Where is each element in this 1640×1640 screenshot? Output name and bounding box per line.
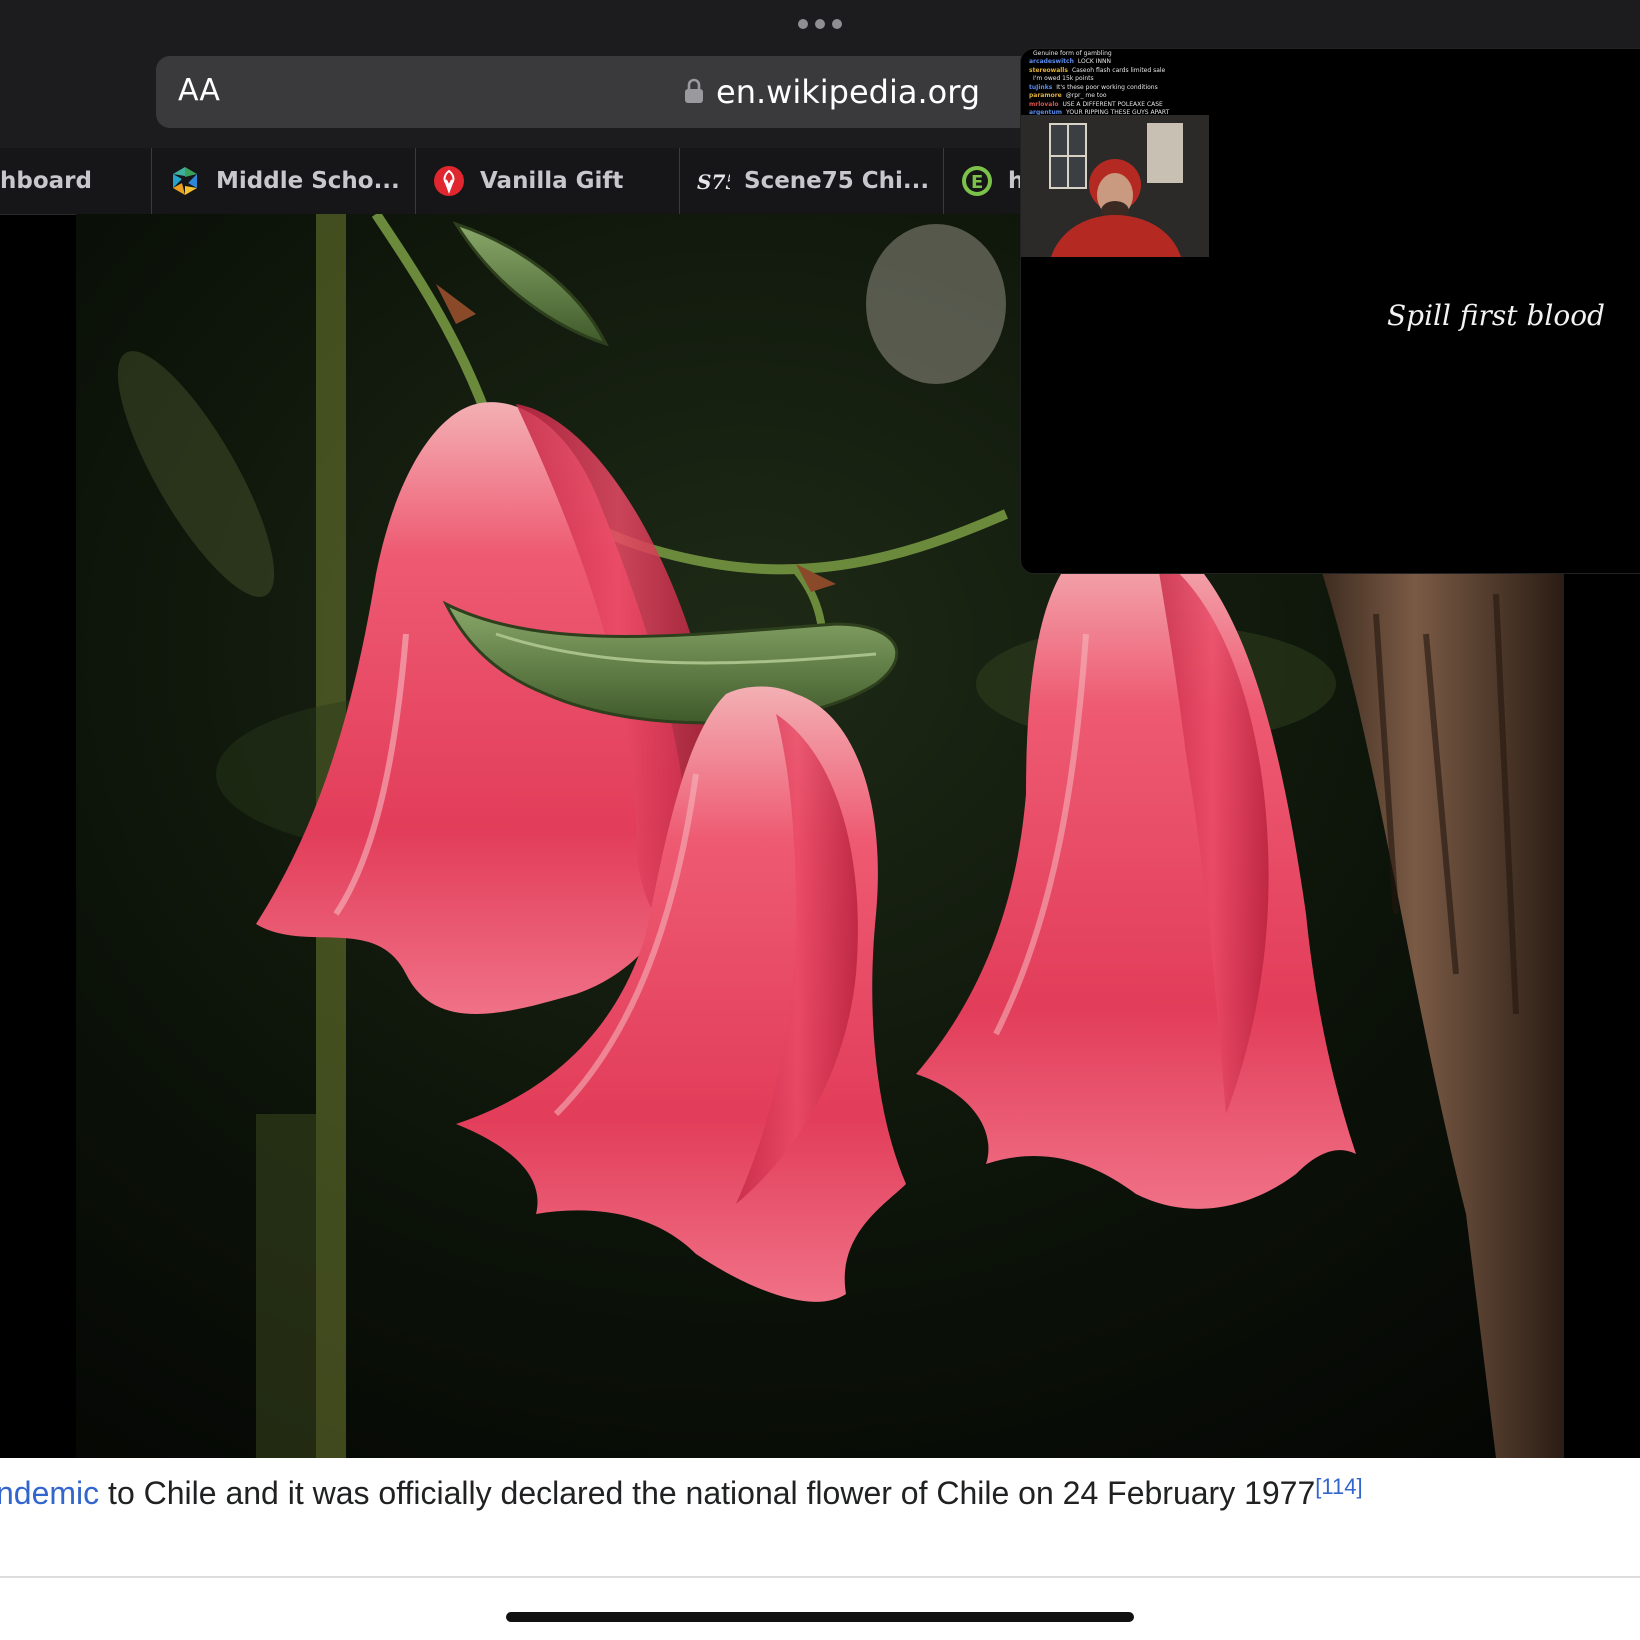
tab-label: Scene75 Chi...	[744, 168, 930, 194]
lock-icon	[685, 78, 703, 103]
chat-username: tuJinks	[1029, 83, 1053, 91]
recycle-e-icon: E	[962, 166, 992, 196]
endemic-link[interactable]: ndemic	[0, 1475, 99, 1511]
chat-username: stereowalls	[1029, 66, 1068, 74]
school-logo-icon	[173, 167, 197, 195]
scene75-icon: S75	[697, 170, 730, 194]
chat-message: arcadeswitch LOCK INNN	[1029, 58, 1219, 66]
chat-message: stereowalls Caseoh flash cards limited sa…	[1029, 66, 1219, 74]
svg-text:S75: S75	[697, 170, 730, 194]
chat-text: It's these poor working conditions	[1056, 83, 1158, 91]
chat-text: @rpr_ me too	[1065, 92, 1107, 99]
tab-middle-school[interactable]: Middle Scho...	[152, 148, 416, 214]
chat-message: Genuine form of gambling	[1029, 49, 1219, 57]
reference-link[interactable]: [114]	[1315, 1474, 1362, 1499]
reader-mode-label: AA	[178, 73, 220, 108]
chat-text: USE A DIFFERENT POLEAXE CASE	[1062, 100, 1163, 108]
tab-label: Vanilla Gift	[480, 168, 624, 194]
chat-message: tuJinks It's these poor working condition…	[1029, 83, 1219, 91]
svg-text:E: E	[971, 172, 983, 193]
article-content: ndemic to Chile and it was officially de…	[0, 1458, 1640, 1640]
paragraph-text: to Chile and it was officially declared …	[99, 1475, 1316, 1511]
chat-text: LOCK INNN	[1077, 58, 1111, 65]
chat-message: mrlovalo USE A DIFFERENT POLEAXE CASE	[1029, 100, 1219, 108]
picture-in-picture-video[interactable]: Genuine form of gambling arcadeswitch LOCK…	[1020, 48, 1640, 574]
chat-message: I'm owed 15k points	[1029, 75, 1219, 83]
home-indicator[interactable]	[506, 1612, 1134, 1622]
tab-vanilla-gift[interactable]: Vanilla Gift	[416, 148, 680, 214]
chat-text: Caseoh flash cards limited sale	[1071, 66, 1166, 74]
vanilla-gift-icon	[434, 166, 464, 196]
webcam-feed	[1021, 115, 1209, 257]
address-bar[interactable]: AA en.wikipedia.org	[156, 56, 1036, 128]
tab-label: hboard	[0, 168, 92, 194]
article-paragraph: ndemic to Chile and it was officially de…	[0, 1472, 1363, 1514]
chat-text: I'm owed 15k points	[1033, 75, 1094, 82]
address-text[interactable]: en.wikipedia.org	[716, 72, 980, 112]
reader-mode-button[interactable]: AA	[178, 74, 220, 108]
chat-text: Genuine form of gambling	[1033, 49, 1112, 57]
chat-message: paramore @rpr_ me too	[1029, 92, 1219, 100]
divider	[0, 1576, 1640, 1578]
chat-username: arcadeswitch	[1029, 58, 1074, 65]
more-options-icon[interactable]	[798, 18, 842, 30]
chat-username: mrlovalo	[1029, 100, 1059, 108]
chat-username: paramore	[1029, 92, 1062, 99]
tab-scene75[interactable]: S75 Scene75 Chi...	[680, 148, 944, 214]
subtitle-overlay: Spill first blood	[1387, 299, 1605, 332]
tab-dashboard[interactable]: hboard	[0, 148, 152, 214]
tab-label: Middle Scho...	[216, 168, 400, 194]
